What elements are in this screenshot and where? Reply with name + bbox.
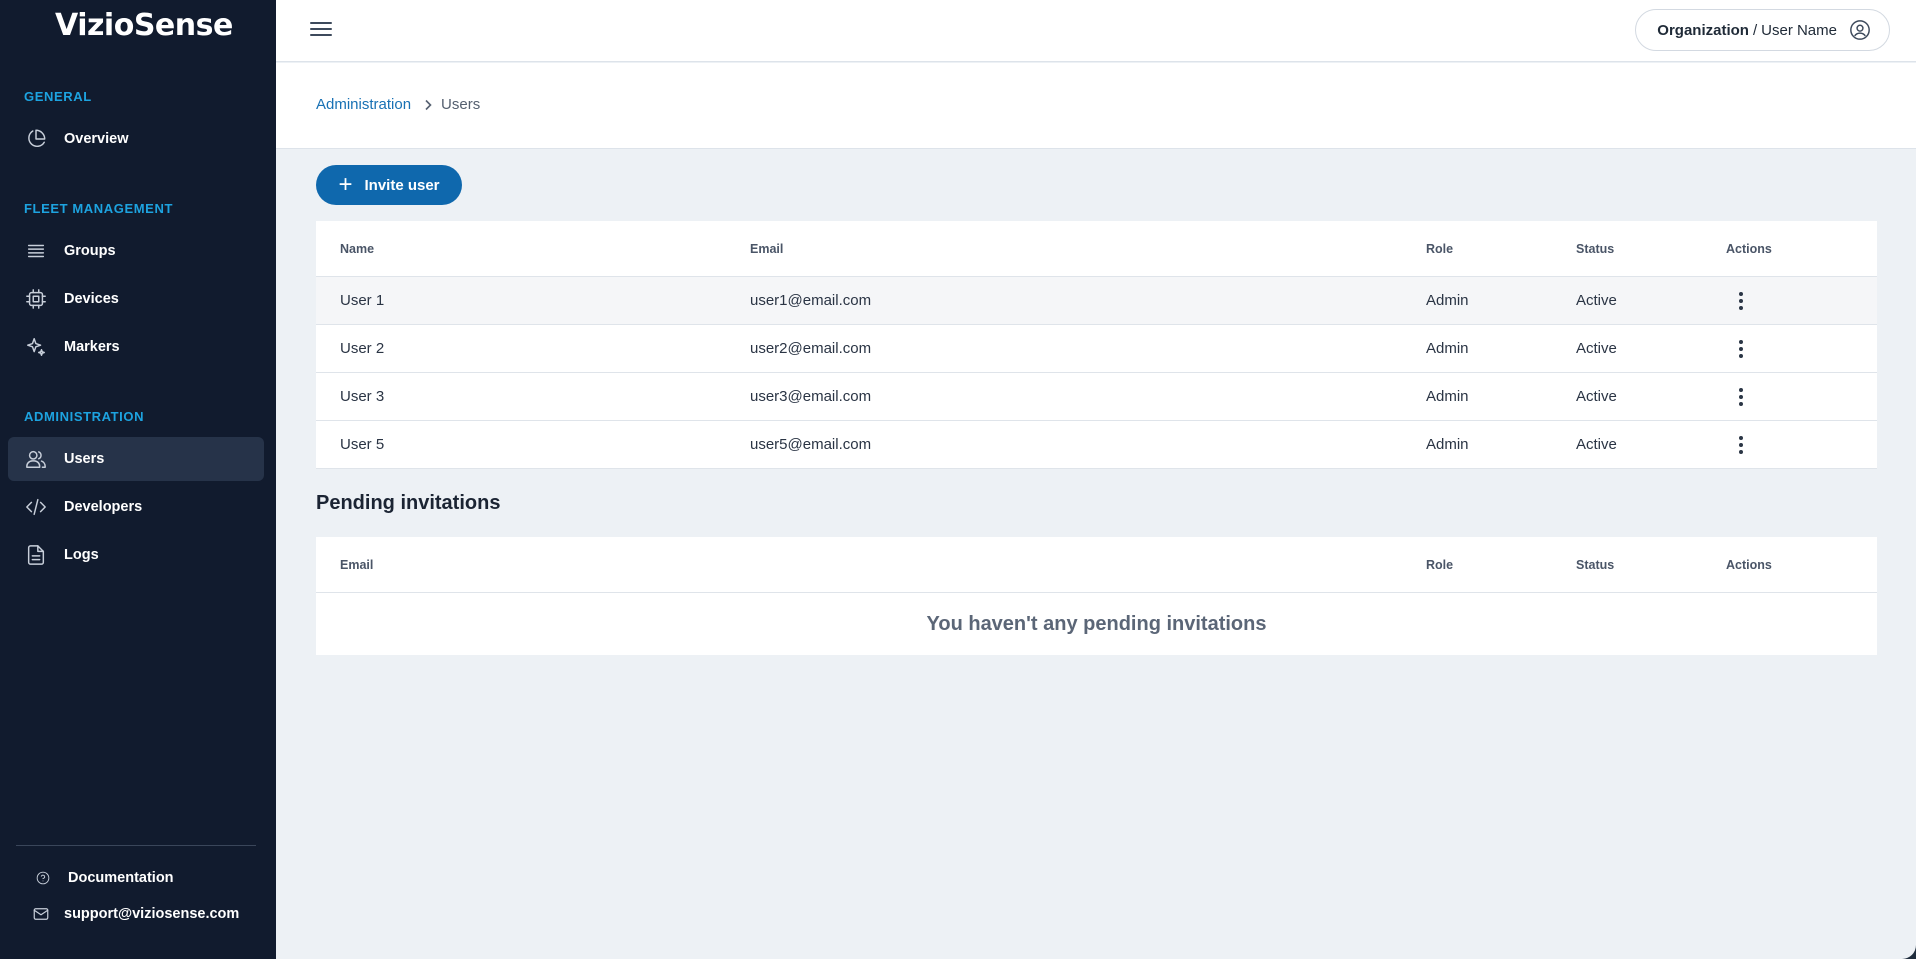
section-title-general: GENERAL [24,89,92,104]
breadcrumb-bar: Administration Users [276,63,1916,149]
brand-logo[interactable]: VizioSense [55,8,233,48]
help-circle-icon [36,871,56,885]
chip-icon [24,287,48,311]
sidebar-item-users[interactable]: Users [8,437,264,481]
user-name-cell: User 2 [340,340,385,357]
table-row[interactable]: User 1 user1@email.com Admin Active [316,277,1877,325]
more-vertical-icon[interactable] [1732,289,1750,313]
user-name: User Name [1761,21,1837,39]
sidebar-item-label: Markers [64,339,120,355]
table-header: Name Email Role Status Actions [316,221,1877,277]
sidebar-item-label: Logs [64,547,99,563]
column-header-status[interactable]: Status [1576,558,1614,572]
menu-toggle-icon[interactable] [310,18,332,40]
user-email-cell: user2@email.com [750,340,872,357]
breadcrumb-current: Users [441,96,481,113]
breadcrumb: Administration Users [316,96,480,113]
pending-invitations-title: Pending invitations [316,492,501,514]
org-user-separator: / [1752,21,1758,39]
invite-user-button[interactable]: + Invite user [316,165,462,205]
documentation-link[interactable]: Documentation [36,866,174,890]
user-status-cell: Active [1576,388,1617,405]
users-table: Name Email Role Status Actions User 1 us… [316,221,1877,469]
sidebar-item-devices[interactable]: Devices [8,277,264,321]
user-role-cell: Admin [1426,292,1469,309]
table-row[interactable]: User 5 user5@email.com Admin Active [316,421,1877,469]
user-status-cell: Active [1576,340,1617,357]
user-status-cell: Active [1576,436,1617,453]
sidebar-item-label: Users [64,451,105,467]
user-email-cell: user5@email.com [750,436,872,453]
table-row[interactable]: User 2 user2@email.com Admin Active [316,325,1877,373]
more-vertical-icon[interactable] [1732,433,1750,457]
invite-user-label: Invite user [364,176,440,194]
file-icon [24,543,48,567]
plus-icon: + [338,171,353,198]
user-name-cell: User 3 [340,388,385,405]
sidebar-item-label: Devices [64,291,119,307]
column-header-status[interactable]: Status [1576,242,1614,256]
column-header-role[interactable]: Role [1426,242,1453,256]
pending-invitations-table: Email Role Status Actions You haven't an… [316,537,1877,655]
column-header-email[interactable]: Email [340,558,373,572]
sidebar-item-groups[interactable]: Groups [8,229,264,273]
table-row[interactable]: User 3 user3@email.com Admin Active [316,373,1877,421]
sidebar-item-label: Groups [64,243,116,259]
sidebar-divider [16,845,256,846]
column-header-role[interactable]: Role [1426,558,1453,572]
organization-name: Organization [1657,21,1749,39]
pie-chart-icon [24,127,48,151]
list-icon [24,239,48,263]
column-header-email[interactable]: Email [750,242,783,256]
app-window: VizioSense GENERAL Overview FLEET MANAGE… [0,0,1916,959]
sidebar-item-overview[interactable]: Overview [8,117,264,161]
user-role-cell: Admin [1426,340,1469,357]
column-header-actions: Actions [1726,557,1772,572]
more-vertical-icon[interactable] [1732,385,1750,409]
section-title-administration: ADMINISTRATION [24,409,145,424]
user-role-cell: Admin [1426,436,1469,453]
user-role-cell: Admin [1426,388,1469,405]
column-header-actions: Actions [1726,241,1772,256]
table-header: Email Role Status Actions [316,537,1877,593]
account-menu-button[interactable]: Organization / User Name [1635,9,1890,51]
code-icon [24,495,48,519]
mail-icon [32,905,52,923]
sidebar-item-label: Developers [64,499,143,515]
user-name-cell: User 1 [340,292,385,309]
breadcrumb-administration-link[interactable]: Administration [316,96,411,113]
users-icon [24,447,48,471]
chevron-right-icon [423,99,433,111]
user-status-cell: Active [1576,292,1617,309]
support-email-label: support@viziosense.com [64,906,240,922]
column-header-name[interactable]: Name [340,242,374,256]
user-email-cell: user3@email.com [750,388,872,405]
support-email-link[interactable]: support@viziosense.com [32,902,239,926]
sidebar-item-markers[interactable]: Markers [8,325,264,369]
sidebar: VizioSense GENERAL Overview FLEET MANAGE… [0,0,276,959]
sidebar-item-logs[interactable]: Logs [8,533,264,577]
main-content: Organization / User Name Administration … [276,0,1916,959]
user-name-cell: User 5 [340,436,385,453]
sparkle-icon [24,335,48,359]
user-circle-icon [1849,19,1871,41]
documentation-label: Documentation [68,870,174,886]
sidebar-item-label: Overview [64,131,129,147]
more-vertical-icon[interactable] [1732,337,1750,361]
sidebar-item-developers[interactable]: Developers [8,485,264,529]
user-email-cell: user1@email.com [750,292,872,309]
empty-state-message: You haven't any pending invitations [926,612,1267,635]
section-title-fleet-management: FLEET MANAGEMENT [24,201,173,216]
top-bar: Organization / User Name [276,0,1916,62]
